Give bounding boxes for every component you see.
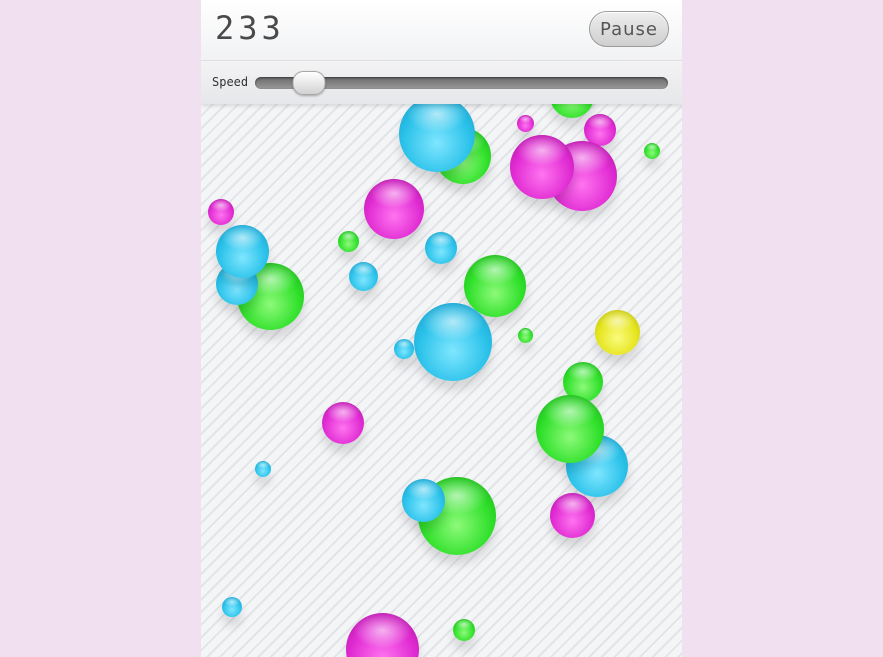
bubble-magenta[interactable]: [517, 115, 534, 132]
bubble-cyan[interactable]: [394, 339, 414, 359]
bubble-cyan[interactable]: [222, 597, 242, 617]
bubble-green[interactable]: [536, 395, 604, 463]
bubble-green[interactable]: [464, 255, 526, 317]
bubble-magenta[interactable]: [550, 493, 595, 538]
bubble-green[interactable]: [338, 231, 359, 252]
bubble-magenta[interactable]: [322, 402, 364, 444]
bubble-yellow[interactable]: [595, 310, 640, 355]
bubble-green[interactable]: [518, 328, 533, 343]
bubble-cyan[interactable]: [399, 96, 475, 172]
bubble-magenta[interactable]: [510, 135, 574, 199]
game-area: 233 Pause Speed: [201, 0, 682, 657]
score-display: 233: [215, 9, 285, 47]
pause-button[interactable]: Pause: [589, 11, 669, 47]
bubble-cyan[interactable]: [255, 461, 271, 477]
bubble-cyan[interactable]: [425, 232, 457, 264]
speed-slider-track[interactable]: [255, 71, 668, 95]
bubble-cyan[interactable]: [414, 303, 492, 381]
bubble-green[interactable]: [453, 619, 475, 641]
speed-slider-knob[interactable]: [292, 71, 326, 95]
top-bar: 233 Pause: [201, 0, 682, 61]
bubble-magenta[interactable]: [364, 179, 424, 239]
bubble-green[interactable]: [644, 143, 660, 159]
bubble-cyan[interactable]: [402, 479, 445, 522]
bubble-magenta[interactable]: [346, 613, 419, 657]
bubble-cyan[interactable]: [216, 225, 269, 278]
speed-bar: Speed: [201, 61, 682, 104]
bubble-cyan[interactable]: [349, 262, 378, 291]
bubble-magenta[interactable]: [208, 199, 234, 225]
speed-label: Speed: [212, 75, 249, 89]
